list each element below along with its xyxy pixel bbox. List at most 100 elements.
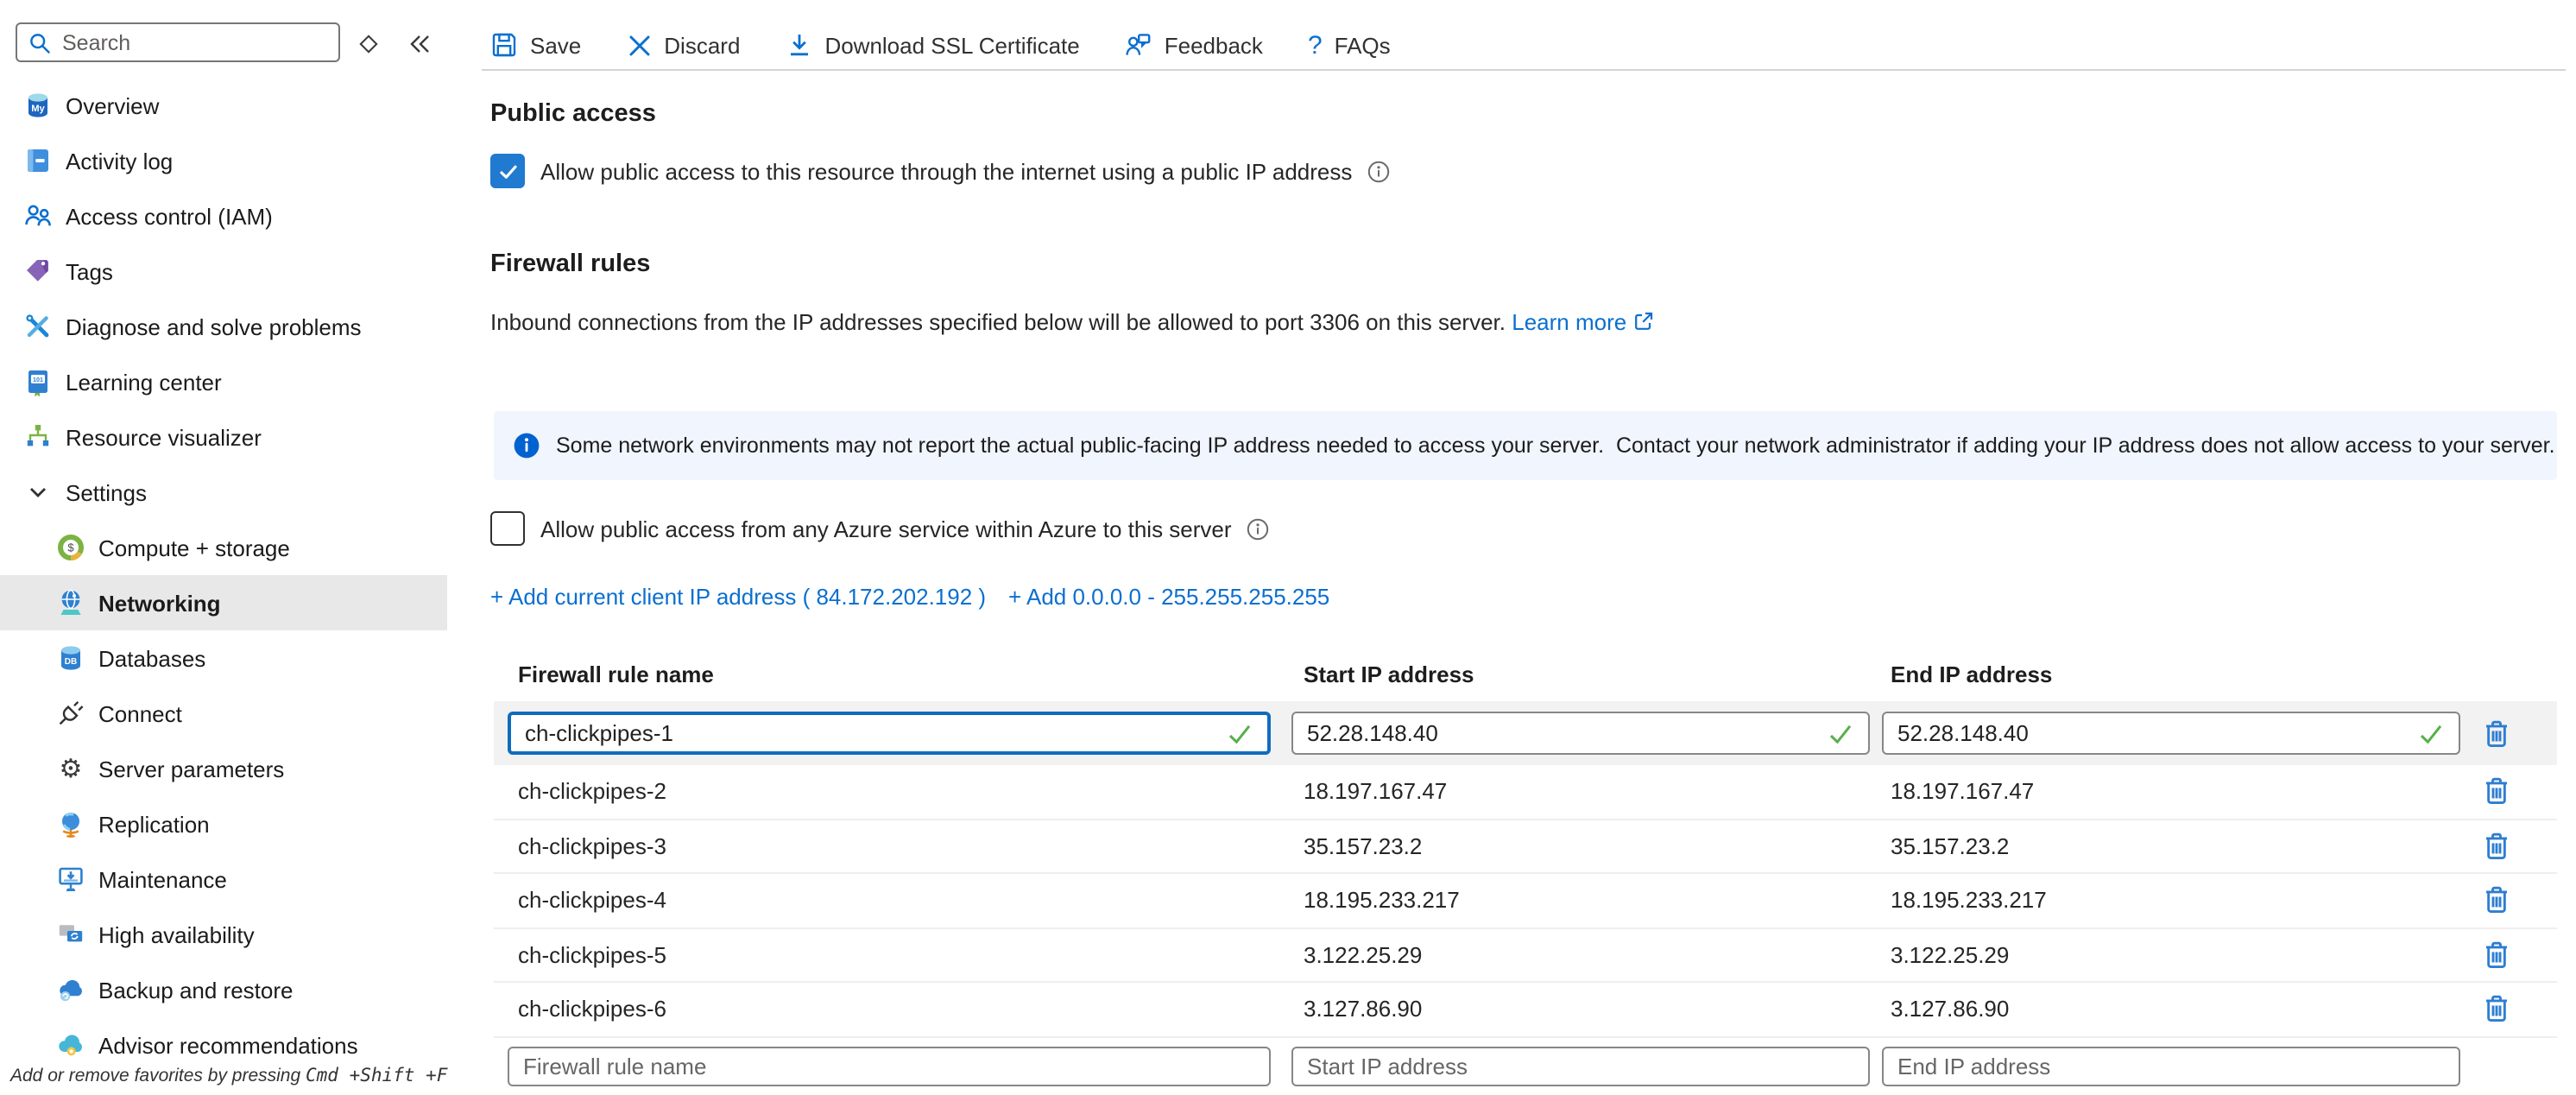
sidebar-item-overview[interactable]: My Overview [0, 78, 447, 133]
external-link-icon [1632, 311, 1653, 332]
high-availability-icon [55, 919, 86, 950]
favorites-hint: Add or remove favorites by pressing Cmd … [10, 1066, 447, 1086]
rule-name-cell: ch-clickpipes-5 [518, 942, 666, 968]
sidebar-item-resource-visualizer[interactable]: Resource visualizer [0, 409, 447, 465]
new-start-ip-field[interactable] [1291, 1047, 1870, 1086]
network-info-banner: Some network environments may not report… [494, 411, 2557, 480]
rule-name-cell: ch-clickpipes-4 [518, 888, 666, 914]
add-client-ip-link[interactable]: + Add current client IP address ( 84.172… [490, 584, 986, 610]
mysql-overview-icon: My [22, 90, 54, 121]
end-ip-cell: 3.122.25.29 [1891, 942, 2009, 968]
sidebar-item-backup-restore[interactable]: Backup and restore [0, 962, 447, 1017]
sidebar-item-advisor[interactable]: Advisor recommendations [0, 1017, 447, 1073]
save-label: Save [530, 32, 581, 58]
end-ip-cell: 18.197.167.47 [1891, 779, 2034, 805]
new-rule-name-input[interactable] [509, 1054, 1269, 1079]
search-input[interactable] [62, 30, 328, 54]
sidebar: My Overview Activity log Access control … [0, 0, 447, 1095]
sidebar-item-compute-storage[interactable]: $ Compute + storage [0, 520, 447, 575]
download-ssl-label: Download SSL Certificate [824, 32, 1079, 58]
learn-more-link[interactable]: Learn more [1512, 309, 1626, 335]
info-icon[interactable] [1247, 517, 1270, 540]
valid-check-icon [1226, 719, 1253, 747]
delete-rule-button[interactable] [2479, 775, 2514, 809]
delete-rule-button[interactable] [2479, 938, 2514, 972]
new-end-ip-input[interactable] [1884, 1054, 2459, 1079]
resource-visualizer-icon [22, 421, 54, 453]
save-button[interactable]: Save [490, 31, 581, 59]
sidebar-item-label: Diagnose and solve problems [66, 313, 362, 339]
sidebar-item-replication[interactable]: Replication [0, 796, 447, 851]
sidebar-item-connect[interactable]: Connect [0, 686, 447, 741]
collapse-sidebar-icon[interactable] [401, 24, 439, 62]
new-start-ip-input[interactable] [1293, 1054, 1868, 1079]
start-ip-field[interactable] [1291, 712, 1870, 755]
start-ip-cell: 3.127.86.90 [1304, 997, 1422, 1022]
table-row: ch-clickpipes-3 35.157.23.2 35.157.23.2 [494, 820, 2557, 874]
faqs-button[interactable]: ? FAQs [1308, 32, 1391, 58]
sidebar-item-label: Maintenance [98, 866, 227, 892]
table-row-new [494, 1047, 2557, 1095]
faqs-label: FAQs [1335, 32, 1391, 58]
sidebar-item-server-parameters[interactable]: ⚙ Server parameters [0, 741, 447, 796]
start-ip-cell: 35.157.23.2 [1304, 833, 1422, 859]
table-header-row: Firewall rule name Start IP address End … [494, 649, 2557, 701]
public-access-checkbox[interactable] [490, 154, 525, 188]
discard-button[interactable]: Discard [626, 32, 740, 58]
firewall-rules-heading: Firewall rules [490, 250, 650, 278]
rule-name-field[interactable] [508, 712, 1271, 755]
delete-rule-button[interactable] [2479, 883, 2514, 918]
sidebar-item-databases[interactable]: DB Databases [0, 630, 447, 686]
sidebar-item-settings-group[interactable]: Settings [0, 465, 447, 520]
public-access-heading: Public access [490, 100, 656, 128]
table-row: ch-clickpipes-2 18.197.167.47 18.197.167… [494, 765, 2557, 820]
sidebar-item-access-control[interactable]: Access control (IAM) [0, 188, 447, 244]
sidebar-item-label: Replication [98, 811, 210, 837]
feedback-button[interactable]: Feedback [1125, 31, 1263, 59]
delete-rule-button[interactable] [2479, 716, 2514, 750]
info-icon[interactable] [1367, 160, 1390, 182]
sidebar-item-tags[interactable]: Tags [0, 244, 447, 299]
sidebar-item-high-availability[interactable]: High availability [0, 907, 447, 962]
sidebar-item-label: Connect [98, 700, 182, 726]
start-ip-input[interactable] [1293, 720, 1827, 746]
sidebar-item-maintenance[interactable]: Maintenance [0, 851, 447, 907]
end-ip-cell: 35.157.23.2 [1891, 833, 2009, 859]
sidebar-item-label: Compute + storage [98, 535, 290, 560]
sidebar-item-label: High availability [98, 921, 255, 947]
diamond-icon[interactable] [349, 24, 387, 62]
firewall-rules-table: Firewall rule name Start IP address End … [494, 649, 2557, 701]
backup-restore-icon [55, 974, 86, 1005]
delete-rule-button[interactable] [2479, 829, 2514, 864]
activity-log-icon [22, 145, 54, 176]
end-ip-field[interactable] [1882, 712, 2460, 755]
download-ssl-certificate-button[interactable]: Download SSL Certificate [785, 31, 1079, 59]
sidebar-item-label: Networking [98, 590, 221, 616]
sidebar-item-activity-log[interactable]: Activity log [0, 133, 447, 188]
advisor-icon [55, 1029, 86, 1060]
end-ip-input[interactable] [1884, 720, 2417, 746]
column-header-start-ip: Start IP address [1304, 661, 1474, 687]
save-icon [490, 31, 518, 59]
table-row: ch-clickpipes-6 3.127.86.90 3.127.86.90 [494, 983, 2557, 1037]
firewall-description: Inbound connections from the IP addresse… [490, 309, 1653, 335]
new-rule-name-field[interactable] [508, 1047, 1271, 1086]
delete-rule-button[interactable] [2479, 992, 2514, 1027]
sidebar-item-label: Overview [66, 92, 159, 118]
sidebar-item-label: Learning center [66, 369, 222, 395]
sidebar-item-diagnose[interactable]: Diagnose and solve problems [0, 299, 447, 354]
sidebar-search[interactable] [16, 22, 340, 62]
favorites-hint-keys: Cmd +Shift +F [306, 1066, 447, 1086]
sidebar-item-learning-center[interactable]: 101 Learning center [0, 354, 447, 409]
azure-services-checkbox[interactable] [490, 511, 525, 546]
azure-services-checkbox-row: Allow public access from any Azure servi… [490, 511, 1270, 546]
new-end-ip-field[interactable] [1882, 1047, 2460, 1086]
start-ip-cell: 3.122.25.29 [1304, 942, 1422, 968]
rule-name-cell: ch-clickpipes-3 [518, 833, 666, 859]
rule-name-input[interactable] [511, 720, 1226, 746]
connect-icon [55, 698, 86, 729]
public-access-checkbox-row: Allow public access to this resource thr… [490, 154, 1390, 188]
sidebar-item-networking[interactable]: Networking [0, 575, 447, 630]
add-ip-range-link[interactable]: + Add 0.0.0.0 - 255.255.255.255 [1008, 584, 1329, 610]
start-ip-cell: 18.195.233.217 [1304, 888, 1460, 914]
